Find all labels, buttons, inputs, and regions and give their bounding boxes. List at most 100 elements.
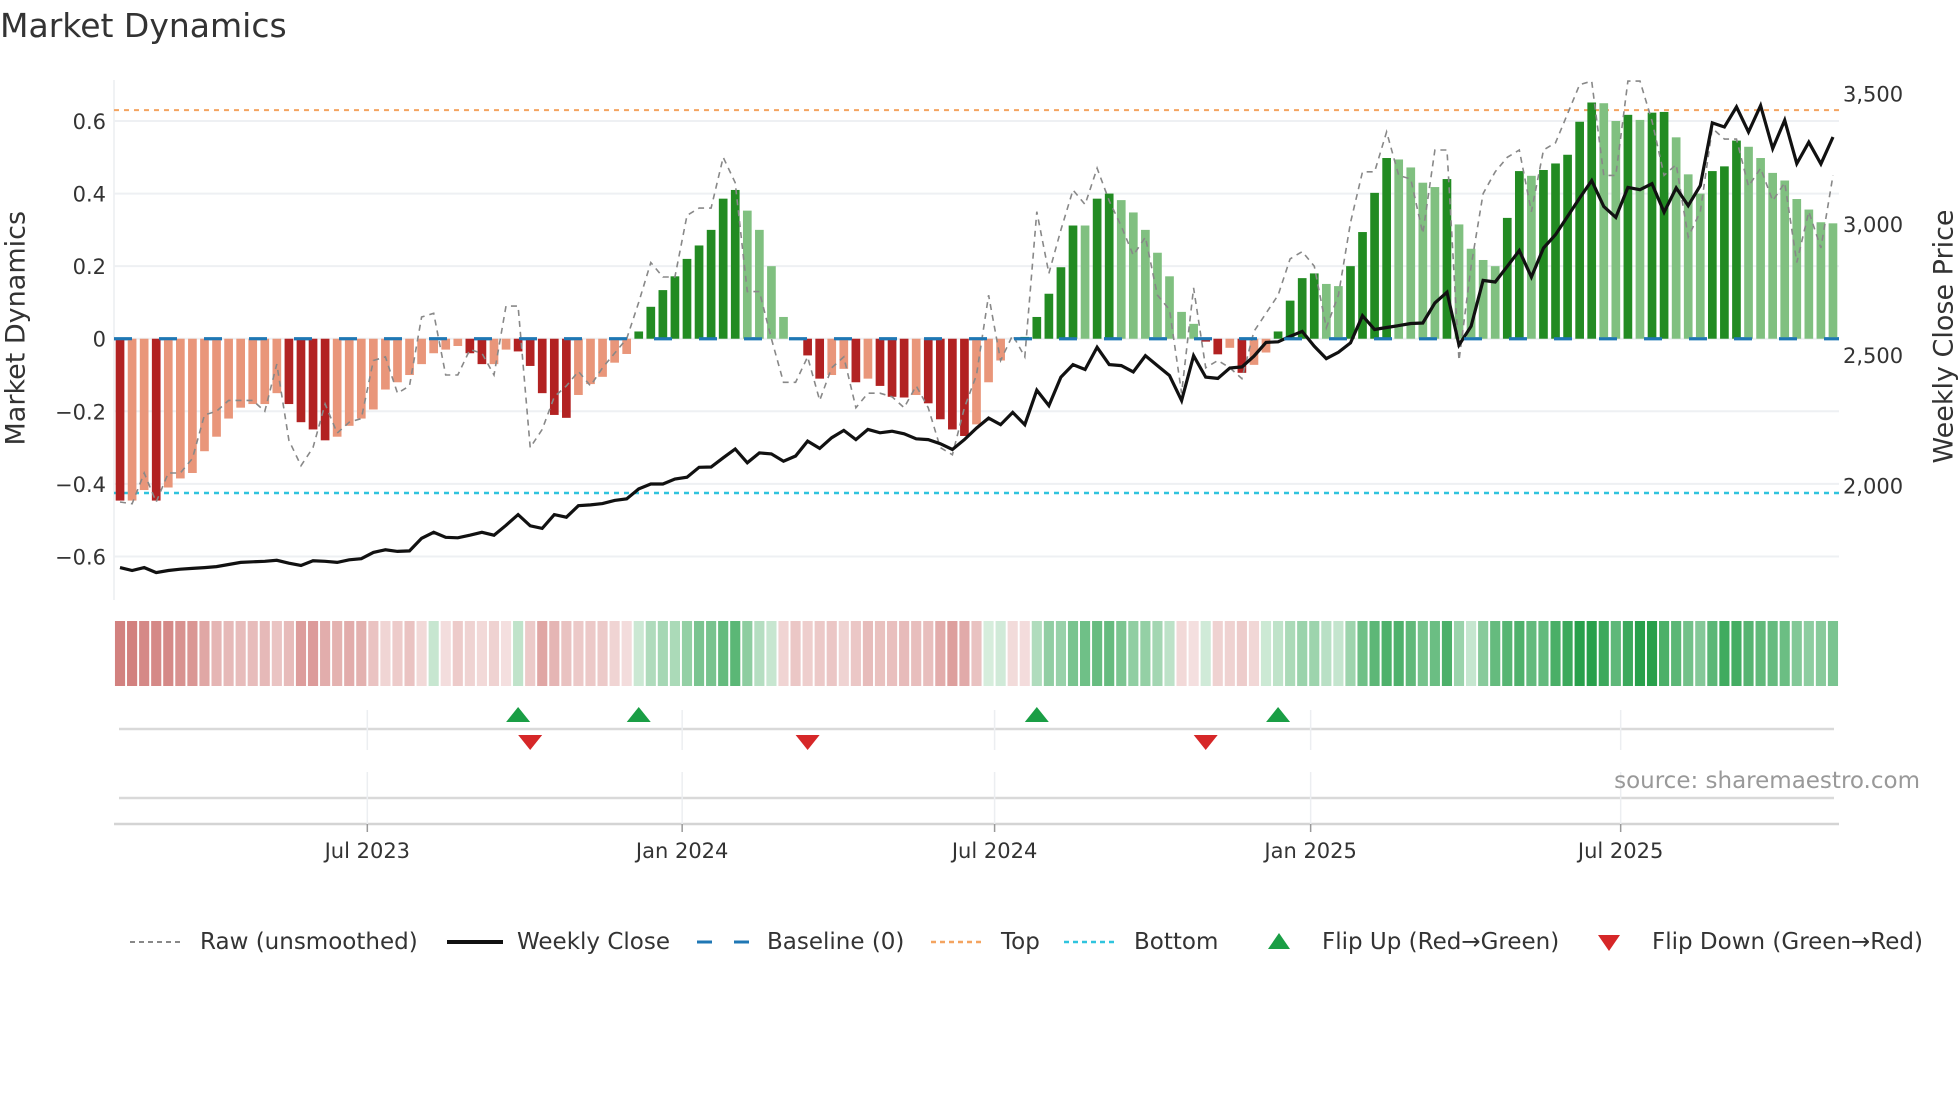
heat-cell [1212,621,1223,686]
heat-cell [500,621,512,686]
heat-cell [1019,621,1030,686]
heat-cell [344,621,355,686]
y-tick-label: 0.2 [73,255,106,279]
momentum-bar [1828,223,1838,339]
momentum-bar [1599,103,1609,339]
momentum-bar [574,338,583,395]
momentum-bars [115,102,1838,501]
momentum-bar [1104,193,1114,339]
heat-cell [1586,621,1597,686]
heat-cell [1731,621,1742,686]
heat-cell [886,621,898,686]
heat-cell [585,621,596,686]
momentum-bar [1768,172,1777,339]
y-tick-label: 0.4 [73,183,106,207]
momentum-bar [803,338,812,356]
momentum-bar [176,338,185,479]
heat-cell [1598,621,1609,686]
heat-cell [899,621,910,686]
y2-tick-label: 3,500 [1843,83,1903,107]
legend-item-top[interactable]: Top [929,925,1040,959]
momentum-bar [1659,111,1669,339]
heat-cell [911,621,922,686]
momentum-bar [1056,267,1066,339]
momentum-bar [1165,276,1174,339]
legend-label-raw: Raw (unsmoothed) [200,929,418,955]
heat-cell [669,621,680,686]
close-line-swatch-icon [445,925,503,959]
heat-cell [1646,621,1658,686]
heat-cell [1779,621,1790,686]
legend-item-flip-up[interactable]: Flip Up (Red→Green) [1250,925,1559,959]
heat-cell [935,621,946,686]
momentum-bar [127,338,137,501]
momentum-bar [1128,212,1138,339]
legend-item-raw[interactable]: Raw (unsmoothed) [128,925,418,959]
momentum-bar [1623,114,1633,339]
legend: Raw (unsmoothed) Weekly Close Baseline (… [0,925,1960,959]
momentum-bar [586,338,595,385]
heat-cell [766,621,777,686]
momentum-bar [1044,293,1054,339]
heat-cell [114,621,126,686]
momentum-bar [1141,229,1150,339]
heat-cell [139,621,150,686]
momentum-bar [1551,163,1560,339]
heat-cell [1562,621,1573,686]
flip-up-marker [506,707,531,722]
momentum-bar [1225,338,1235,348]
legend-item-bottom[interactable]: Bottom [1062,925,1218,959]
heat-cell [320,621,331,686]
heat-cell [1309,621,1320,686]
momentum-bar [815,338,825,379]
momentum-bar [332,338,342,437]
momentum-bar [1502,217,1512,339]
heat-cell [368,621,379,686]
y-tick-label: −0.4 [55,473,106,497]
heat-cell [609,621,620,686]
heat-cell [681,621,693,686]
momentum-bar [248,338,258,405]
heat-cell [1043,621,1054,686]
momentum-bar [779,316,788,339]
heat-cell [525,621,536,686]
heat-cell [1092,621,1103,686]
momentum-bar [923,338,933,404]
y2-tick-label: 2,000 [1843,475,1903,499]
heat-cell [235,621,246,686]
bottom-line-swatch-icon [1062,925,1120,959]
heat-cell [1574,621,1585,686]
momentum-bar [115,338,125,501]
legend-label-bottom: Bottom [1134,929,1219,955]
legend-label-baseline: Baseline (0) [767,929,905,955]
heat-cell [223,621,234,686]
heat-cell [1224,621,1235,686]
heat-cell [706,621,717,686]
heat-cell [1490,621,1501,686]
legend-item-close[interactable]: Weekly Close [445,925,670,959]
heat-cell [513,621,524,686]
heat-cell [573,621,584,686]
momentum-bar [356,338,366,419]
momentum-bar [1213,338,1223,355]
momentum-bar [139,338,149,491]
left-axis-title: Market Dynamics [0,210,32,446]
momentum-bar [453,338,463,346]
legend-item-baseline[interactable]: Baseline (0) [695,925,904,959]
x-tick-label: Jan 2025 [1262,839,1357,863]
top-line-swatch-icon [929,925,987,959]
heat-cell [211,621,222,686]
flip-up-marker [626,707,651,722]
momentum-bar [393,338,402,383]
momentum-bar [1707,171,1717,339]
momentum-bar [1478,259,1488,339]
heat-cell [1164,621,1175,686]
heat-cell [163,621,174,686]
source-credit: source: sharemaestro.com [1614,768,1920,794]
heat-cell [464,621,475,686]
heat-cell [1695,621,1706,686]
heat-cell [1622,621,1633,686]
legend-item-flip-down[interactable]: Flip Down (Green→Red) [1580,925,1923,959]
heat-cell [657,621,668,686]
momentum-bar [320,338,330,441]
